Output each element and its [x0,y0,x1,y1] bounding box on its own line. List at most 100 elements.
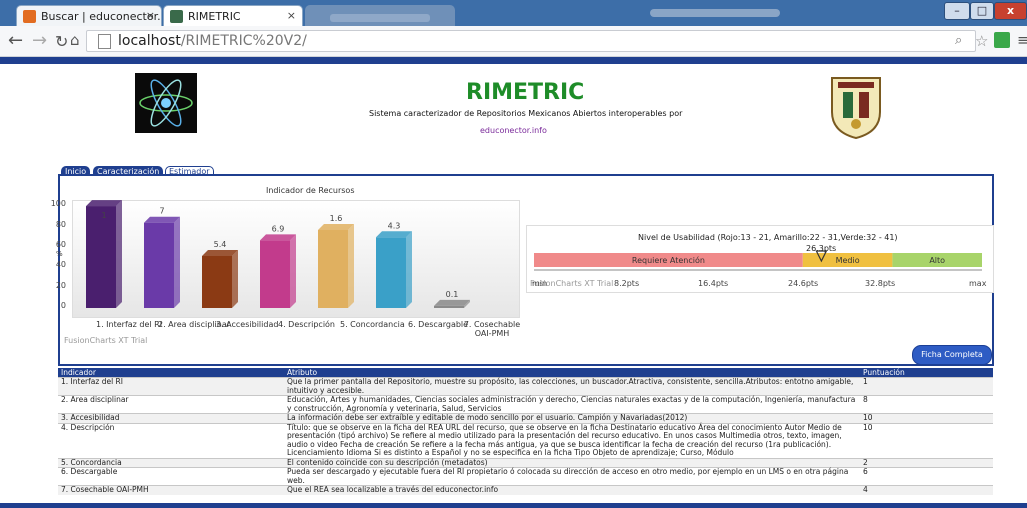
puntuacion-cell: 4 [860,485,993,495]
window-title-blur [650,9,780,17]
url-path: /RIMETRIC%20V2/ [180,33,307,49]
atributo-cell: Educación, Artes y humanidades, Ciencias… [284,395,860,414]
bar-value-label: 0.1 [446,290,459,299]
zoom-icon[interactable]: ⌕ [955,33,962,48]
ficha-completa-button[interactable]: Ficha Completa [912,345,992,365]
bar-top [318,224,354,230]
tab-label: Buscar | educonector.info [41,10,161,23]
y-tick: 40 [55,260,66,269]
gauge-title: Nivel de Usabilidad (Rojo:13 - 21, Amari… [638,233,898,242]
x-label: 5. Concordancia [340,320,405,329]
y-tick: 20 [55,281,66,290]
bar-1[interactable] [86,206,116,308]
table-row: 1. Interfaz del RI Que la primer pantalla… [58,377,993,396]
bar-value-label: 6.9 [272,224,285,233]
reload-icon[interactable]: ↻ [55,32,68,51]
bar-top [86,200,122,207]
bar-side [174,216,180,308]
blurred-tab-title [330,14,430,22]
table-row: 6. Descargable Pueda ser descargado y eje… [58,467,993,486]
table-row: 2. Area disciplinar Educación, Artes y hu… [58,395,993,414]
close-window-button[interactable]: x [994,2,1027,20]
atributo-cell: Título: que se observe en la ficha del R… [284,422,860,458]
bar-side [290,234,296,308]
bar-2[interactable] [144,222,174,308]
bar-6[interactable] [376,237,406,308]
y-tick: 80 [55,220,66,229]
atom-logo-icon [135,73,197,133]
extension-icon[interactable] [994,32,1010,48]
indicador-cell: 7. Cosechable OAI-PMH [58,485,284,495]
bar-top [144,216,180,223]
x-label: 3. Accesibilidad [216,320,279,329]
back-icon[interactable]: ← [8,30,23,51]
y-tick: 0 [60,301,66,310]
url-text[interactable]: localhost/RIMETRIC%20V2/ [118,33,307,49]
fusioncharts-watermark: FusionCharts XT Trial [64,336,148,345]
tab-new[interactable] [305,5,455,26]
bar-side [116,200,122,308]
forward-icon[interactable]: → [32,30,47,51]
x-label: 1. Interfaz del RI [96,320,163,329]
gauge-band-label: Requiere Atención [632,255,705,265]
rimetric-favicon-icon [170,10,183,23]
indicador-cell: 6. Descargable [58,467,284,486]
tab-buscar[interactable]: Buscar | educonector.info × [16,5,162,26]
x-label: 4. Descripción [278,320,335,329]
page-icon [98,34,111,49]
atributo-cell: Que la primer pantalla del Repositorio, … [284,377,860,396]
puntuacion-cell: 2 [860,457,993,468]
gauge-tick: 16.4pts [698,279,729,288]
indicador-cell: 2. Area disciplinar [58,395,284,414]
tab-rimetric[interactable]: RIMETRIC × [163,5,303,26]
chart-y-axis-label: % [56,250,63,258]
maximize-button[interactable]: □ [970,2,994,20]
bookmark-star-icon[interactable]: ☆ [975,32,988,50]
table-row: 7. Cosechable OAI-PMH Que el REA sea loca… [58,485,993,495]
bar-side [406,231,412,308]
close-tab-icon[interactable]: × [146,9,155,22]
bar-value-label: 4.3 [388,221,401,230]
table-row: 3. Accesibilidad La información debe ser … [58,413,993,423]
page-top-bar [0,57,1027,64]
chart-title: Indicador de Recursos [266,186,355,195]
bar-chart: 1 7 5.4 6.9 1.6 4.3 0.1 [86,200,470,308]
puntuacion-cell: 1 [860,377,993,396]
gauge-tick: min [532,279,548,288]
bar-5[interactable] [318,230,348,308]
gauge-scale: Requiere Atención Medio Alto [534,250,982,271]
tab-label: RIMETRIC [188,10,241,23]
minimize-button[interactable]: – [944,2,970,20]
bar-value-label: 1 [101,211,106,220]
results-table: Indicador Atributo Puntuación 1. Interfa… [58,368,993,495]
page-title: RIMETRIC [466,80,585,105]
bar-4[interactable] [260,240,290,308]
menu-icon[interactable]: ≡ [1017,31,1027,49]
page-bottom-bar [0,503,1027,508]
url-host: localhost [118,33,181,49]
puntuacion-cell: 8 [860,395,993,414]
x-label: 6. Descargable [408,320,469,329]
puntuacion-cell: 6 [860,467,993,486]
bar-7[interactable] [434,305,464,308]
bar-3[interactable] [202,256,232,308]
home-icon[interactable]: ⌂ [70,31,80,49]
puntuacion-cell: 10 [860,413,993,423]
gauge-tick: 8.2pts [614,279,640,288]
x-label: 7. Cosechable OAI-PMH [463,320,521,338]
bar-side [232,250,238,308]
indicador-cell: 4. Descripción [58,422,284,458]
bar-value-label: 5.4 [214,240,227,249]
indicador-cell: 3. Accesibilidad [58,413,284,423]
table-row: 4. Descripción Título: que se observe en … [58,422,993,458]
university-shield-icon [828,72,884,140]
close-tab-icon[interactable]: × [287,9,296,22]
educonector-link[interactable]: educonector.info [480,126,547,135]
gauge-band-label: Alto [929,256,945,265]
bar-top [376,231,412,238]
bar-top [260,234,296,241]
bar-value-label: 7 [159,207,164,216]
atributo-cell: La información debe ser extraíble y edit… [284,413,860,423]
y-tick: 60 [55,240,66,249]
bar-top [434,299,470,306]
